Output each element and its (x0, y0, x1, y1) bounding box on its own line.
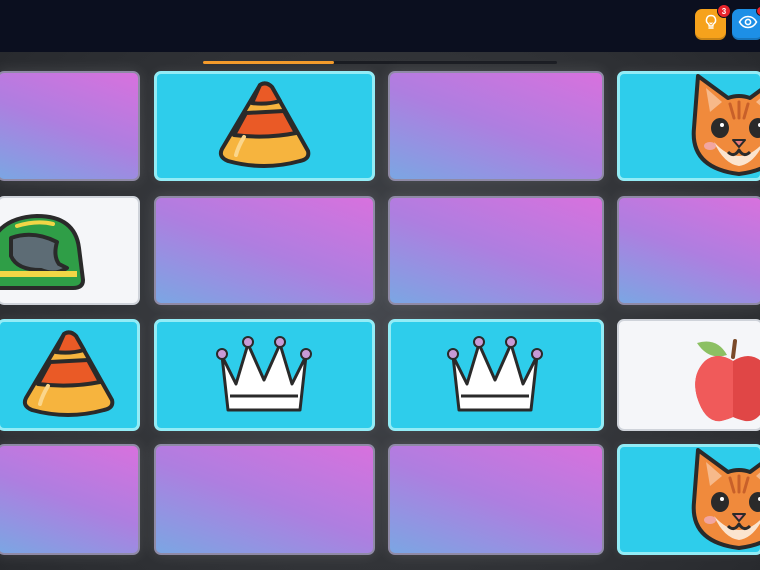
lightbulb-icon (702, 13, 720, 36)
hint-count-badge: 3 (717, 4, 731, 18)
card-r0-c0[interactable] (0, 71, 140, 181)
card-r3-c0[interactable] (0, 444, 140, 555)
card-r1-c3[interactable] (617, 196, 760, 305)
card-r3-c2[interactable] (388, 444, 604, 555)
card-r1-c2[interactable] (388, 196, 604, 305)
card-r0-c3[interactable] (617, 71, 760, 181)
card-r2-c3[interactable] (617, 319, 760, 431)
top-bar: 3 (0, 0, 760, 52)
progress-fill (203, 61, 334, 64)
card-r0-c1[interactable] (154, 71, 375, 181)
card-r2-c1[interactable] (154, 319, 375, 431)
card-r0-c2[interactable] (388, 71, 604, 181)
card-r1-c1[interactable] (154, 196, 375, 305)
card-r3-c3[interactable] (617, 444, 760, 555)
eye-icon (738, 15, 758, 34)
card-r2-c2[interactable] (388, 319, 604, 431)
card-r3-c1[interactable] (154, 444, 375, 555)
progress-bar (203, 61, 557, 64)
card-r1-c0[interactable] (0, 196, 140, 305)
reveal-button[interactable] (732, 6, 760, 40)
hint-button[interactable]: 3 (695, 4, 731, 40)
card-r2-c0[interactable] (0, 319, 140, 431)
reveal-count-badge (756, 6, 760, 16)
